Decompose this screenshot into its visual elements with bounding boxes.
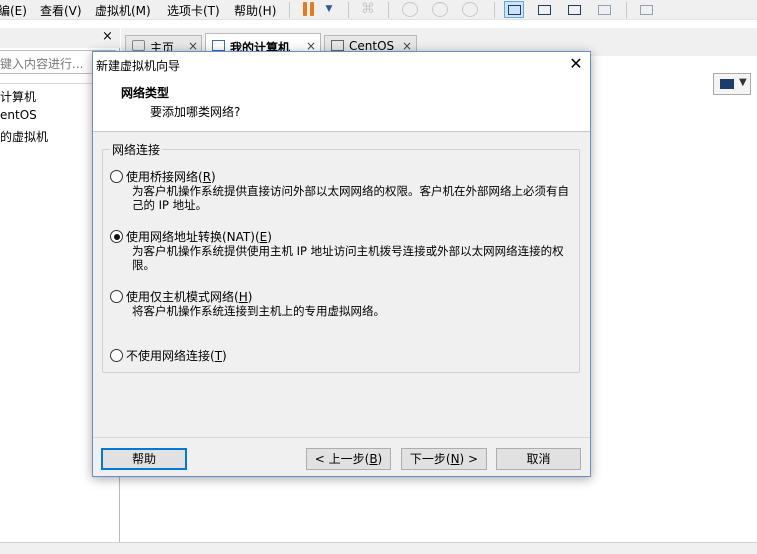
home-icon [132, 40, 145, 51]
option-description: 为客户机操作系统提供使用主机 IP 地址访问主机拨号连接或外部以太网网络连接的权… [132, 244, 564, 272]
help-button[interactable]: 帮助 [101, 448, 187, 470]
library-close-icon[interactable]: × [102, 29, 113, 44]
menu-edit[interactable]: 编(E) [0, 2, 27, 19]
library-item-centos[interactable]: entOS [0, 108, 37, 122]
option-label: 使用桥接网络(R) [126, 170, 216, 184]
menu-bar: 编(E) 查看(V) 虚拟机(M) 选项卡(T) 帮助(H) ▼ ⌘ [0, 0, 757, 20]
library-item-my-computer[interactable]: 计算机 [0, 88, 36, 105]
option-label: 不使用网络连接(T) [126, 349, 227, 363]
network-connection-group: 网络连接 使用桥接网络(R) 为客户机操作系统提供直接访问外部以太网网络的权限。… [102, 141, 580, 373]
page-subtitle: 要添加哪类网络? [150, 105, 241, 119]
thumbnail-view-icon[interactable] [534, 1, 554, 18]
option-label: 使用网络地址转换(NAT)(E) [126, 230, 272, 244]
close-icon[interactable]: ✕ [565, 54, 587, 74]
monitor-icon [720, 79, 734, 89]
revert-snapshot-icon[interactable] [432, 2, 448, 17]
menu-vm[interactable]: 虚拟机(M) [95, 2, 151, 19]
toolbar-separator [494, 2, 495, 18]
radio-no-network[interactable] [110, 349, 123, 362]
toolbar-separator [388, 2, 389, 18]
option-label: 使用仅主机模式网络(H) [126, 290, 253, 304]
pause-icon[interactable] [298, 0, 320, 18]
fullscreen-icon[interactable] [564, 1, 584, 18]
wizard-header: 网络类型 要添加哪类网络? [93, 76, 590, 132]
snapshot-icon[interactable] [402, 2, 418, 17]
dropdown-icon[interactable]: ▼ [322, 0, 336, 18]
new-vm-wizard-dialog: 新建虚拟机向导 ✕ 网络类型 要添加哪类网络? 网络连接 使用桥接网络(R) 为… [92, 51, 591, 477]
dialog-title: 新建虚拟机向导 [96, 59, 181, 73]
group-label: 网络连接 [110, 141, 163, 158]
connect-remote-button[interactable]: ▼ [713, 73, 751, 95]
search-placeholder: 键入内容进行... [0, 57, 84, 71]
computer-icon [212, 40, 225, 51]
page-title: 网络类型 [121, 86, 170, 100]
status-bar [0, 542, 757, 554]
menu-view[interactable]: 查看(V) [40, 2, 82, 19]
menu-tabs[interactable]: 选项卡(T) [167, 2, 220, 19]
toolbar-separator [626, 2, 627, 18]
option-description: 为客户机操作系统提供直接访问外部以太网网络的权限。客户机在外部网络上必须有自己的… [132, 184, 569, 212]
library-item-shared-vms[interactable]: 的虚拟机 [0, 128, 48, 145]
dialog-titlebar: 新建虚拟机向导 ✕ [93, 52, 590, 76]
console-view-icon[interactable] [636, 1, 656, 18]
option-description: 将客户机操作系统连接到主机上的专用虚拟网络。 [132, 304, 385, 318]
chevron-down-icon: ▼ [739, 77, 747, 88]
menu-help[interactable]: 帮助(H) [234, 2, 276, 19]
toolbar-separator [289, 2, 290, 18]
back-button[interactable]: < 上一步(B) [306, 448, 391, 470]
unity-icon[interactable] [594, 1, 614, 18]
send-keys-icon[interactable]: ⌘ [358, 0, 378, 18]
radio-host-only[interactable] [110, 290, 123, 303]
snapshot-manager-icon[interactable] [462, 2, 478, 17]
next-button[interactable]: 下一步(N) > [401, 448, 487, 470]
vm-icon [331, 40, 344, 51]
library-view-icon[interactable] [504, 1, 524, 18]
divider [93, 437, 590, 438]
cancel-button[interactable]: 取消 [496, 448, 581, 470]
library-header: × [0, 28, 120, 48]
radio-nat[interactable] [110, 230, 123, 243]
radio-bridged[interactable] [110, 170, 123, 183]
toolbar-separator [348, 2, 349, 18]
